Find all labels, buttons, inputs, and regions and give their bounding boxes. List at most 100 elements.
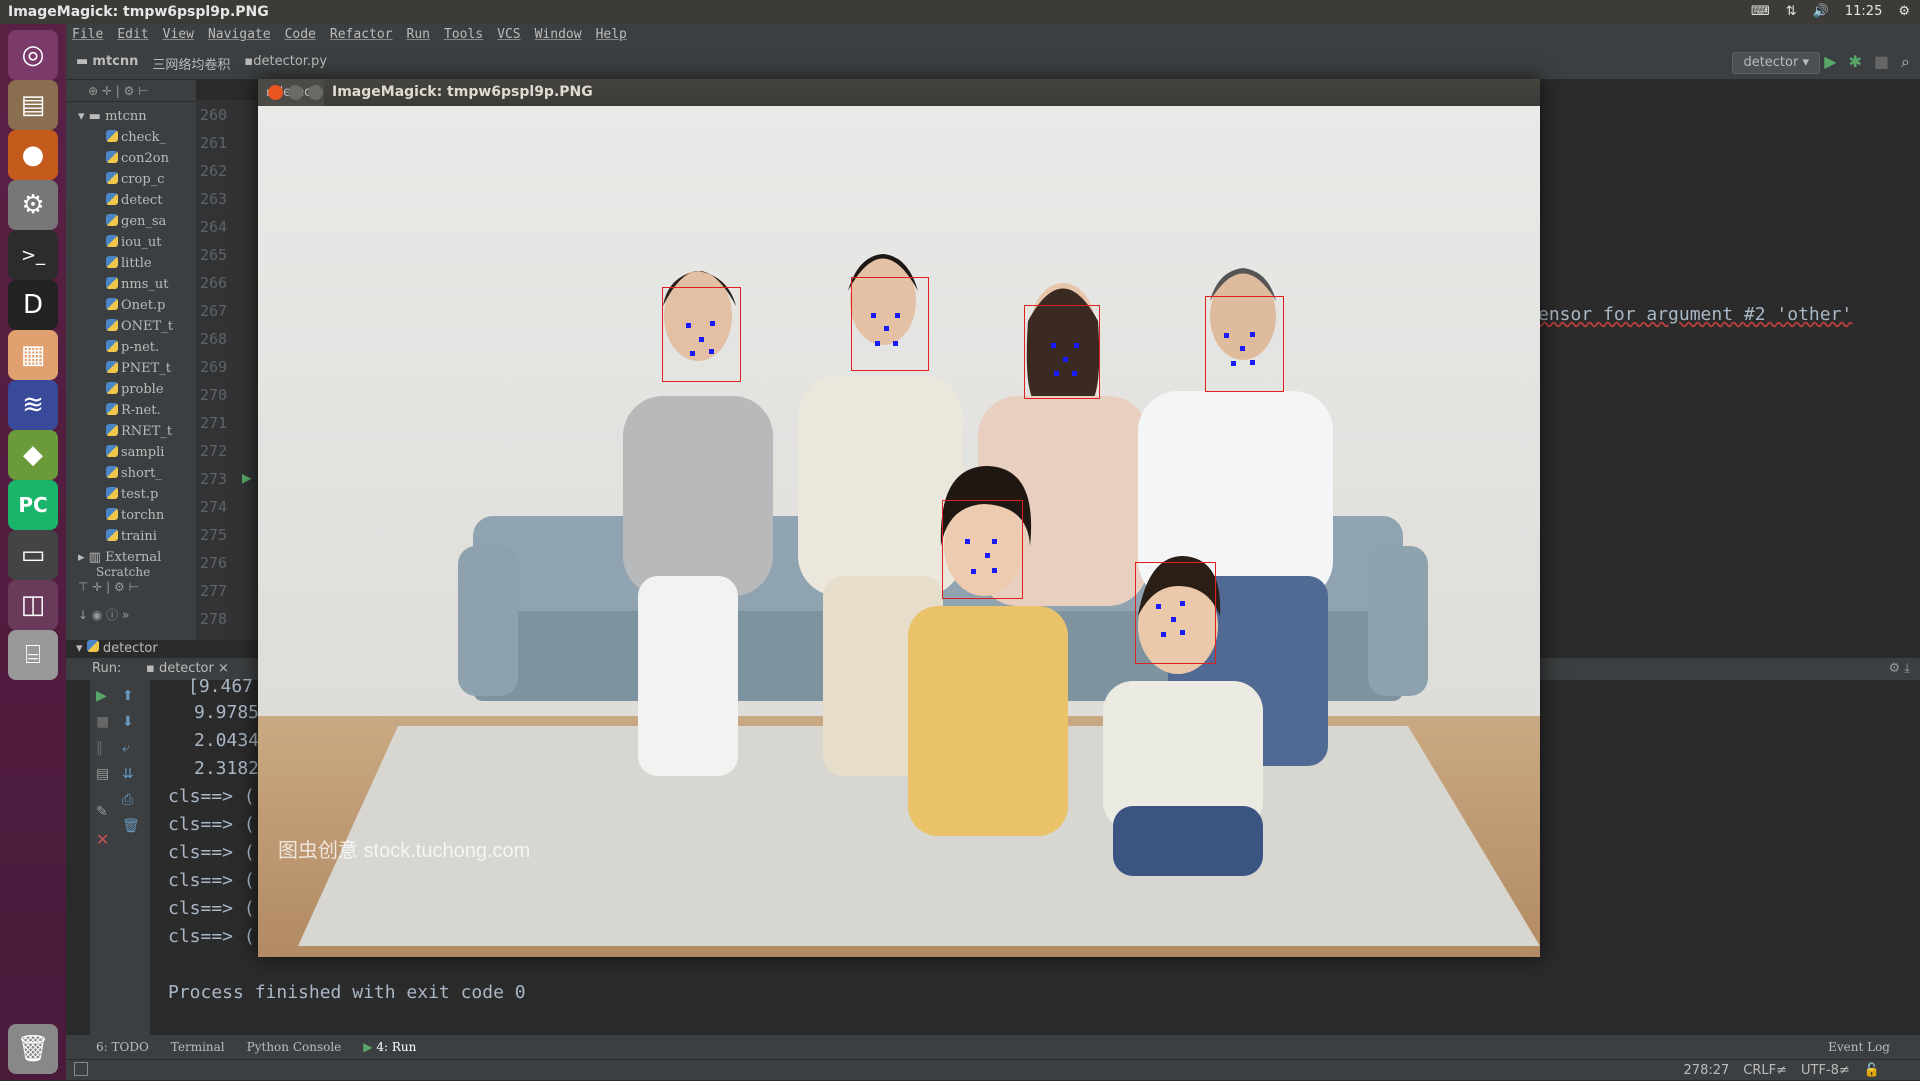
tree-file[interactable]: sampli — [106, 442, 196, 463]
pycharm-icon[interactable]: PC — [8, 480, 58, 530]
firefox-icon[interactable]: ● — [8, 130, 58, 180]
line-ending[interactable]: CRLF≠ — [1743, 1060, 1787, 1081]
pin-icon[interactable]: ✎ — [96, 804, 108, 820]
tab-python-console[interactable]: Python Console — [247, 1035, 342, 1059]
tree-scratches[interactable]: Scratche — [96, 566, 186, 578]
tool-window-toggle-icon[interactable] — [74, 1062, 88, 1076]
breadcrumb-folder[interactable]: 三网络均卷积 — [152, 54, 230, 73]
scroll-end-icon[interactable]: ⇊ — [122, 766, 134, 782]
scroll-up-icon[interactable]: ⬆ — [122, 688, 134, 704]
print-icon[interactable]: ⎙ — [122, 792, 133, 808]
search-icon[interactable]: ⌕ — [1901, 52, 1910, 72]
menu-window[interactable]: Window — [535, 24, 582, 46]
tree-file[interactable]: crop_c — [106, 169, 196, 190]
tree-file[interactable]: nms_ut — [106, 274, 196, 295]
console-line: [9.467 — [188, 676, 254, 697]
project-panel: ⊕ ✛ | ⚙ ⊢ ▾ ▬ mtcnn check_ con2on crop_c… — [66, 80, 196, 656]
event-log[interactable]: Event Log — [1828, 1035, 1890, 1059]
menu-vcs[interactable]: VCS — [497, 24, 520, 46]
tree-root[interactable]: ▾ ▬ mtcnn — [78, 106, 168, 127]
book-icon[interactable]: ◆ — [8, 430, 58, 480]
face-landmark — [690, 351, 695, 356]
python-file-icon — [106, 130, 118, 142]
volume-icon[interactable]: 🔊 — [1813, 0, 1829, 24]
console-line: 2.0434 — [194, 730, 260, 751]
soft-wrap-icon[interactable]: ⤶ — [122, 740, 130, 756]
debug-icon[interactable]: ✱ — [1849, 52, 1862, 72]
trash-icon[interactable]: 🗑 — [8, 1024, 58, 1074]
menu-edit[interactable]: Edit — [117, 24, 148, 46]
tree-file[interactable]: RNET_t — [106, 421, 196, 442]
run-config-select[interactable]: detector ▾ — [1732, 52, 1820, 74]
tree-file[interactable]: traini — [106, 526, 196, 547]
menu-navigate[interactable]: Navigate — [208, 24, 271, 46]
tree-file[interactable]: check_ — [106, 127, 196, 148]
tree-file[interactable]: p-net. — [106, 337, 196, 358]
imagemagick-window[interactable]: ▪detec ImageMagick: tmpw6pspl9p.PNG — [258, 79, 1540, 957]
run-icon[interactable]: ▶ — [1824, 52, 1836, 72]
rerun-icon[interactable]: ▶ — [96, 688, 107, 704]
eclipse-icon[interactable]: ≋ — [8, 380, 58, 430]
settings-gear-icon[interactable]: ⚙ — [1898, 0, 1910, 24]
maximize-window-button[interactable] — [308, 85, 323, 100]
lock-icon[interactable]: 🔓 — [1864, 1060, 1880, 1081]
clear-icon[interactable]: 🗑 — [122, 818, 140, 834]
layout-icon[interactable]: ▤ — [96, 766, 109, 782]
stop-icon[interactable]: ■ — [1874, 52, 1889, 72]
file-encoding[interactable]: UTF-8≠ — [1801, 1060, 1850, 1081]
files-icon[interactable]: ▤ — [8, 80, 58, 130]
app-d-icon[interactable]: D — [8, 280, 58, 330]
close-run-icon[interactable]: ✕ — [96, 830, 109, 849]
tree-file[interactable]: Onet.p — [106, 295, 196, 316]
tree-file[interactable]: PNET_t — [106, 358, 196, 379]
tree-file[interactable]: short_ — [106, 463, 196, 484]
stop-run-icon[interactable]: ■ — [96, 714, 109, 730]
tree-file[interactable]: torchn — [106, 505, 196, 526]
menu-view[interactable]: View — [163, 24, 194, 46]
menu-help[interactable]: Help — [596, 24, 627, 46]
tree-file[interactable]: iou_ut — [106, 232, 196, 253]
tree-file[interactable]: con2on — [106, 148, 196, 169]
menu-tools[interactable]: Tools — [444, 24, 483, 46]
tree-file[interactable]: gen_sa — [106, 211, 196, 232]
tree-external-libraries[interactable]: ▸ ▥ External — [78, 547, 168, 568]
menu-run[interactable]: Run — [407, 24, 430, 46]
close-window-button[interactable] — [268, 85, 283, 100]
tab-terminal[interactable]: Terminal — [171, 1035, 225, 1059]
tree-run-root[interactable]: ▾ detector — [76, 640, 158, 656]
menu-refactor[interactable]: Refactor — [330, 24, 393, 46]
workspace-switcher-icon[interactable]: ◫ — [8, 580, 58, 630]
clock[interactable]: 11:25 — [1845, 0, 1882, 24]
toolbar-icons: ▶ ✱ ■ ⌕ — [1824, 52, 1910, 72]
run-settings-icon[interactable]: ⚙ ⤓ — [1888, 658, 1910, 680]
breadcrumb-file[interactable]: ▪detector.py — [244, 54, 327, 73]
tree-file[interactable]: proble — [106, 379, 196, 400]
scroll-down-icon[interactable]: ⬇ — [122, 714, 134, 730]
line-number: 267 — [200, 302, 228, 320]
tree-file[interactable]: R-net. — [106, 400, 196, 421]
tree-file[interactable]: detect — [106, 190, 196, 211]
tree-file[interactable]: test.p — [106, 484, 196, 505]
keyboard-icon[interactable]: ⌨ — [1751, 0, 1770, 24]
breadcrumb-project[interactable]: ▬ mtcnn — [76, 54, 138, 73]
menu-code[interactable]: Code — [285, 24, 316, 46]
tab-todo[interactable]: 6: TODO — [96, 1035, 149, 1059]
drive-icon[interactable]: ⌸ — [8, 630, 58, 680]
network-icon[interactable]: ⇅ — [1786, 0, 1797, 24]
impress-icon[interactable]: ▦ — [8, 330, 58, 380]
tree-file[interactable]: little — [106, 253, 196, 274]
caret-position[interactable]: 278:27 — [1684, 1060, 1730, 1081]
tree-file[interactable]: ONET_t — [106, 316, 196, 337]
run-gutter-icon[interactable]: ▶ — [242, 468, 252, 487]
tab-run[interactable]: ▶ 4: Run — [363, 1035, 416, 1059]
terminal-icon[interactable]: >_ — [8, 230, 58, 280]
face-landmark — [686, 323, 691, 328]
monitor-icon[interactable]: ▭ — [8, 530, 58, 580]
ubuntu-dash-icon[interactable]: ◎ — [8, 30, 58, 80]
line-number: 266 — [200, 274, 228, 292]
system-settings-icon[interactable]: ⚙ — [8, 180, 58, 230]
pause-icon[interactable]: ‖ — [96, 740, 103, 756]
minimize-window-button[interactable] — [288, 85, 303, 100]
imagemagick-titlebar[interactable]: ▪detec ImageMagick: tmpw6pspl9p.PNG — [258, 79, 1540, 106]
menu-file[interactable]: File — [72, 24, 103, 46]
